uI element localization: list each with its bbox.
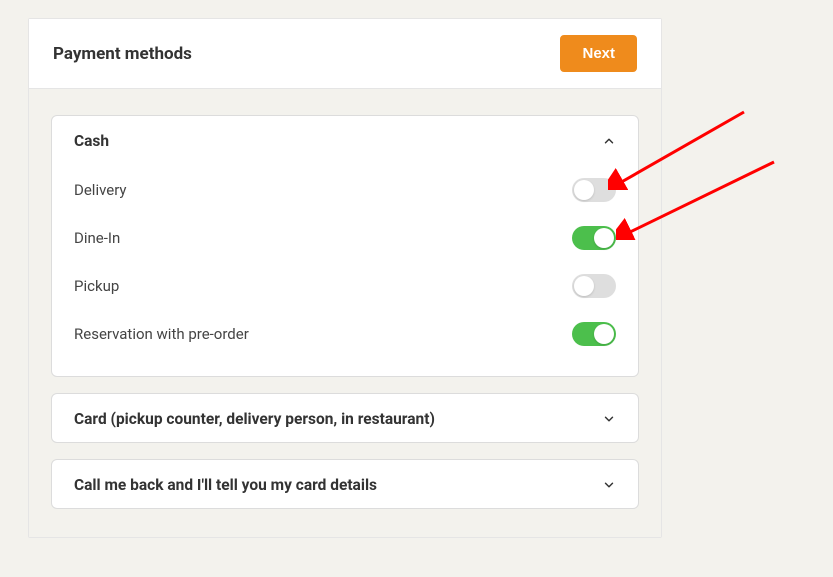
chevron-down-icon [600,410,618,428]
accordion-header-call-back[interactable]: Call me back and I'll tell you my card d… [52,460,638,508]
card-body: Cash Delivery Dine-In Pickup [29,89,661,537]
accordion-cash: Cash Delivery Dine-In Pickup [51,115,639,377]
toggle-knob [594,324,614,344]
accordion-call-back: Call me back and I'll tell you my card d… [51,459,639,509]
accordion-title: Cash [74,132,109,150]
chevron-up-icon [600,132,618,150]
toggle-knob [574,180,594,200]
toggle-label: Delivery [74,181,127,199]
accordion-header-card[interactable]: Card (pickup counter, delivery person, i… [52,394,638,442]
toggle-dine-in[interactable] [572,226,616,250]
toggle-row-pickup: Pickup [74,262,616,310]
toggle-pickup[interactable] [572,274,616,298]
accordion-content: Delivery Dine-In Pickup Reservation with… [52,164,638,376]
accordion-card: Card (pickup counter, delivery person, i… [51,393,639,443]
toggle-delivery[interactable] [572,178,616,202]
card-header: Payment methods Next [29,19,661,89]
toggle-label: Reservation with pre-order [74,325,249,343]
accordion-header-cash[interactable]: Cash [52,116,638,164]
toggle-knob [594,228,614,248]
page-title: Payment methods [53,44,192,64]
toggle-label: Dine-In [74,229,120,247]
accordion-title: Call me back and I'll tell you my card d… [74,476,377,494]
payment-methods-card: Payment methods Next Cash Delivery Dine-… [28,18,662,538]
toggle-reservation[interactable] [572,322,616,346]
chevron-down-icon [600,476,618,494]
toggle-row-delivery: Delivery [74,166,616,214]
toggle-knob [574,276,594,296]
toggle-label: Pickup [74,277,119,295]
accordion-title: Card (pickup counter, delivery person, i… [74,410,435,428]
toggle-row-dine-in: Dine-In [74,214,616,262]
next-button[interactable]: Next [560,35,637,72]
toggle-row-reservation: Reservation with pre-order [74,310,616,358]
